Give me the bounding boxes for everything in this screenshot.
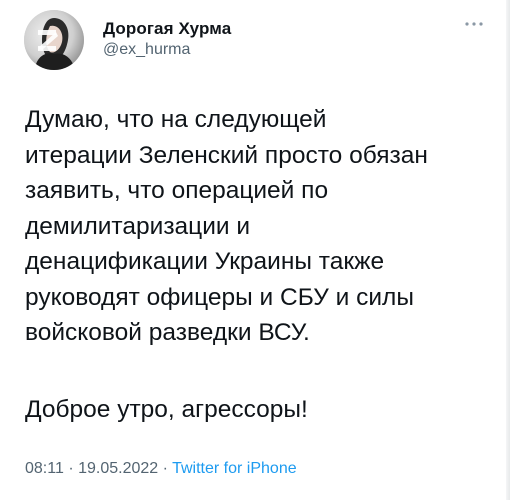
tweet-text-line: войсковой разведки ВСУ. (25, 319, 310, 346)
meta-separator: · (162, 460, 168, 477)
meta-separator: · (68, 460, 74, 477)
tweet-text-line: заявить, что операцией по (25, 177, 329, 204)
tweet-source-link[interactable]: Twitter for iPhone (172, 460, 297, 477)
more-dots-icon (465, 22, 483, 26)
tweet-greeting: Доброе утро, агрессоры! (25, 396, 308, 423)
tweet-text: Думаю, что на следующей итерации Зеленск… (25, 102, 495, 351)
tweet-date[interactable]: 19.05.2022 (78, 460, 158, 477)
user-avatar-icon (24, 10, 84, 70)
tweet-text-line: Думаю, что на следующей (25, 106, 327, 133)
tweet-meta: 08:11 · 19.05.2022 · Twitter for iPhone (25, 460, 297, 478)
screen-edge (506, 0, 510, 500)
tweet-text-line: руководят офицеры и СБУ и силы (25, 283, 414, 311)
tweet-card: Дорогая Хурма @ex_hurma Думаю, что на сл… (0, 0, 510, 500)
tweet-time[interactable]: 08:11 (25, 460, 64, 477)
tweet-text-line: демилитаризации и (25, 212, 251, 240)
author-handle[interactable]: @ex_hurma (103, 41, 190, 59)
more-options-button[interactable] (462, 16, 486, 32)
tweet-text-line: итерации Зеленский просто обязан (25, 141, 428, 169)
tweet-text-line: денацификации Украины также (25, 248, 385, 275)
author-display-name[interactable]: Дорогая Хурма (103, 19, 231, 39)
avatar[interactable] (24, 10, 84, 70)
